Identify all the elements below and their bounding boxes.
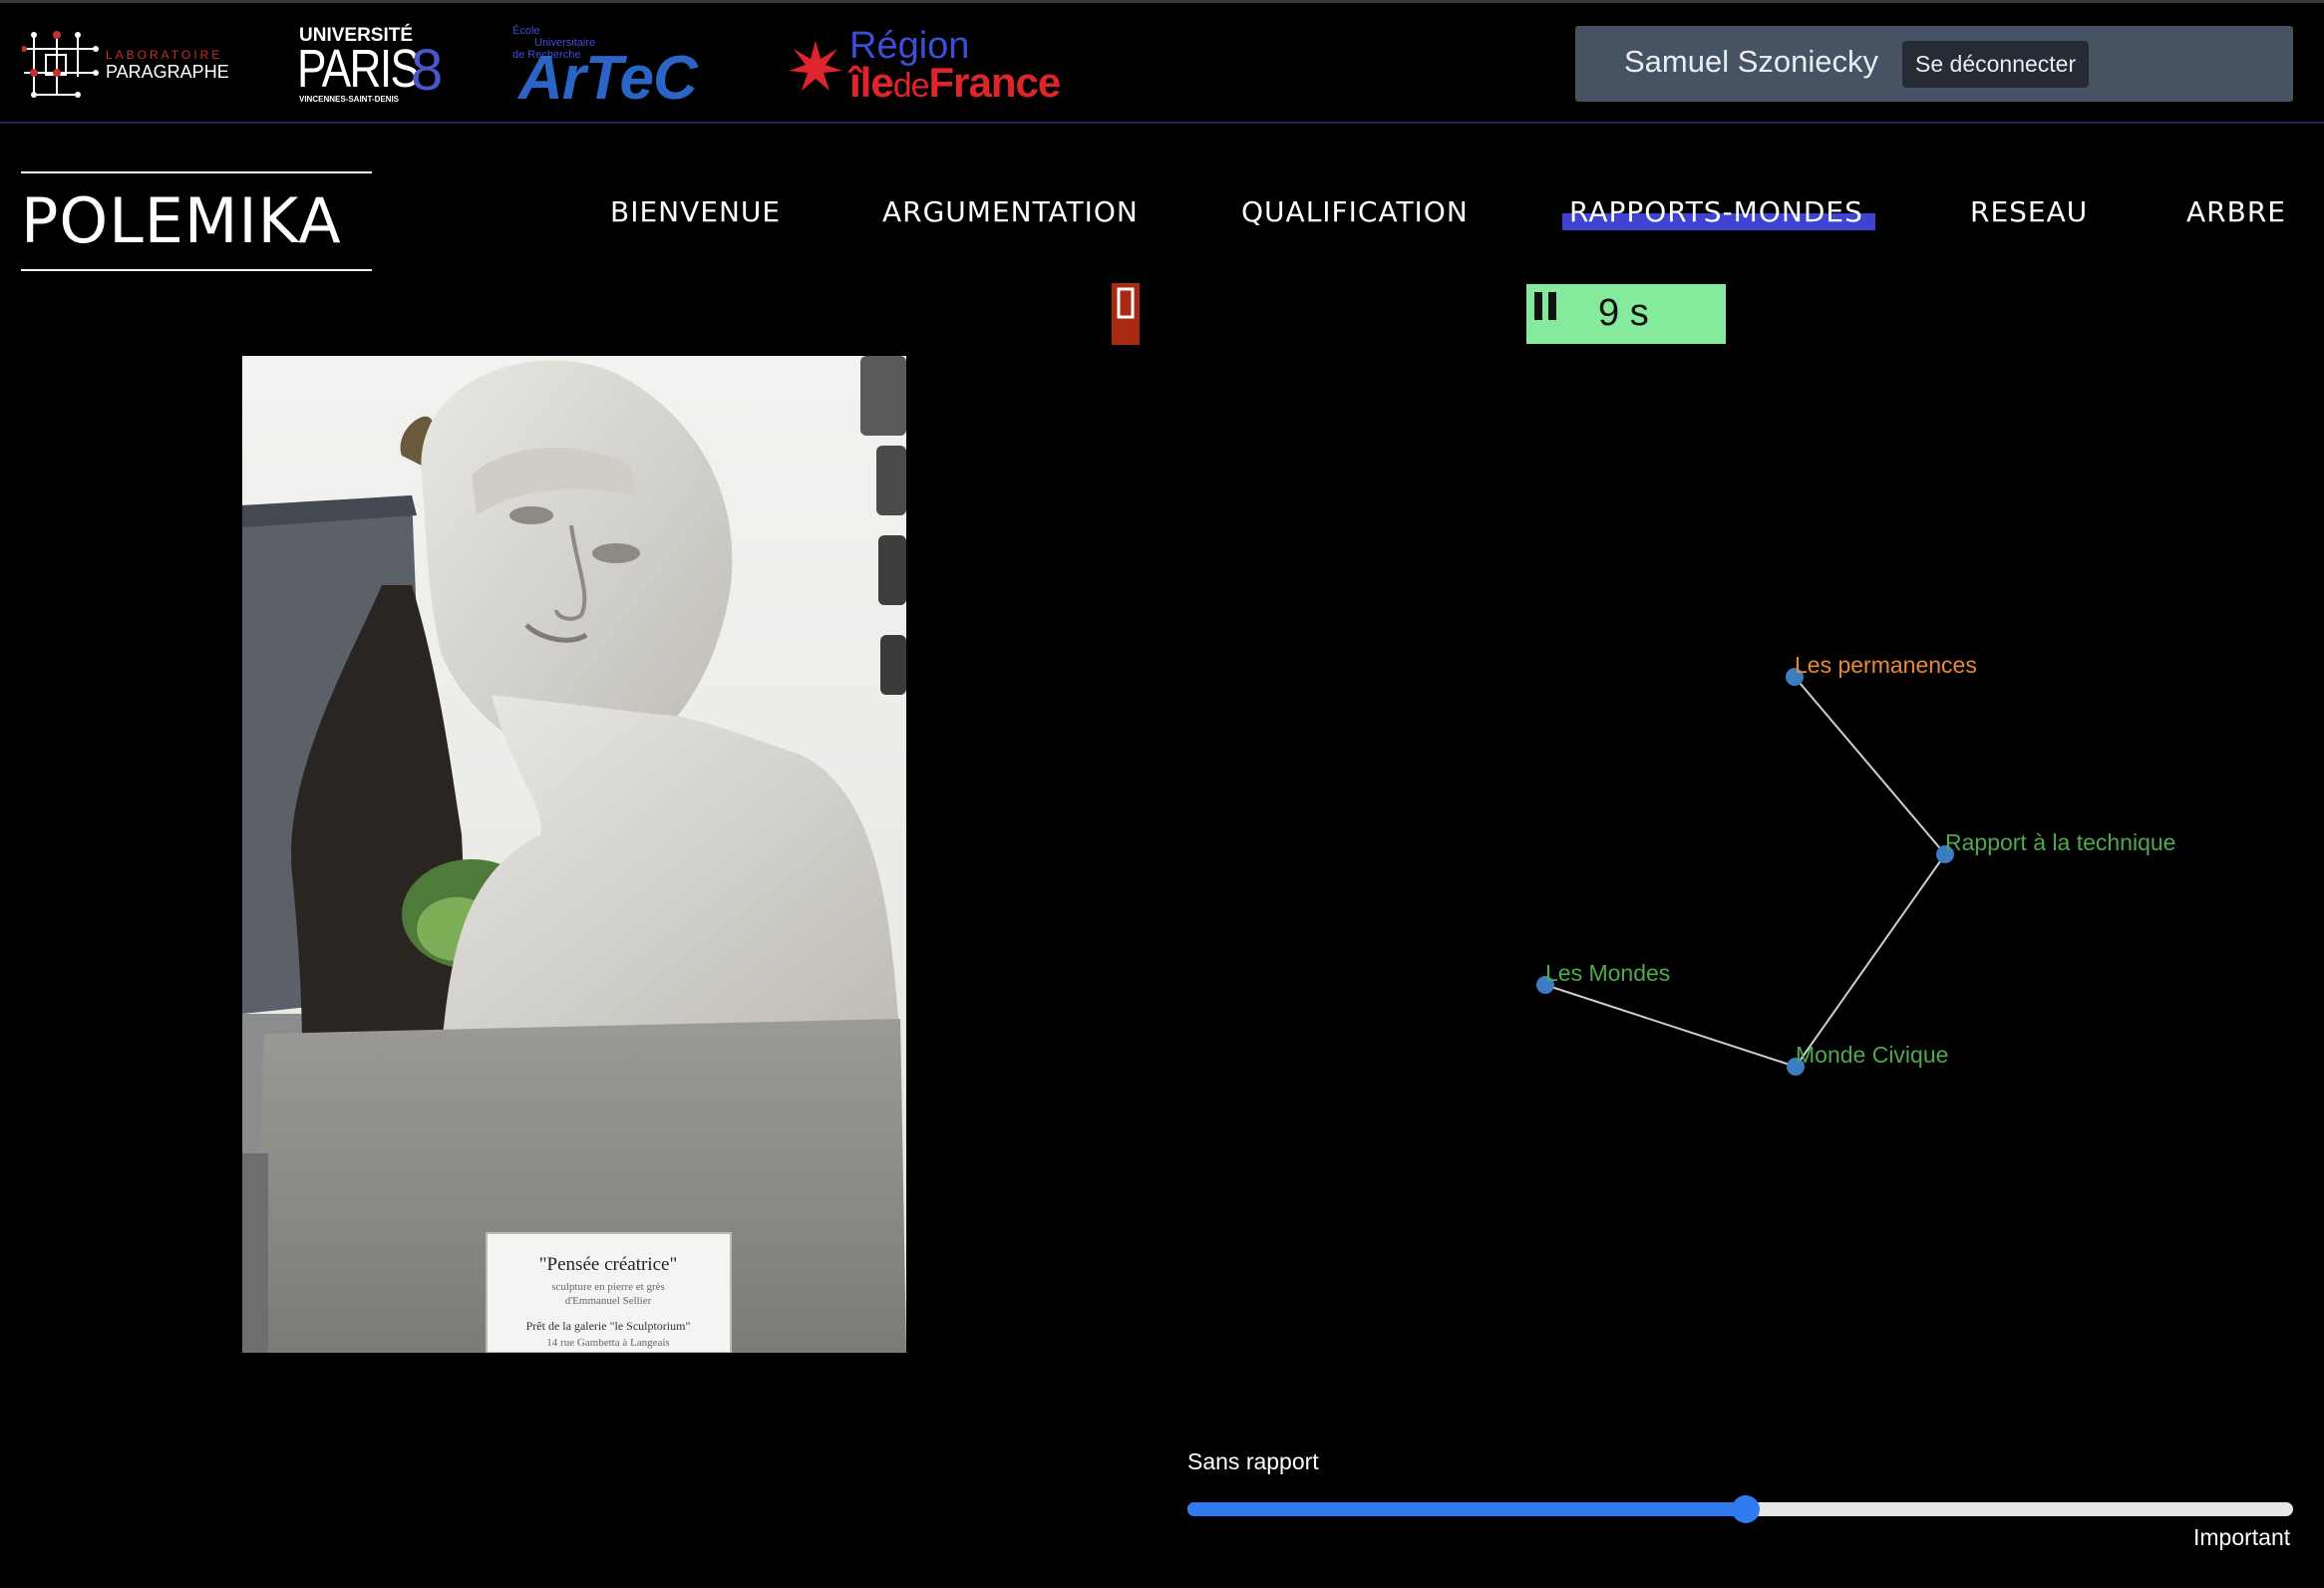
site-title[interactable]: POLEMIKA	[21, 171, 372, 271]
plaque-line1: sculpture en pierre et grès	[551, 1281, 665, 1293]
user-panel: Samuel Szoniecky Se déconnecter	[1575, 26, 2293, 102]
paris8-logo-number: 8	[411, 38, 444, 103]
sculpture-illustration: "Pensée créatrice" sculpture en pierre e…	[242, 356, 906, 1353]
graph-node[interactable]: Les permanences	[1786, 652, 1977, 686]
slider-max-label: Important	[2193, 1524, 2291, 1550]
paris8-logo-name: PARIS	[297, 39, 420, 99]
timer-button[interactable]: 9 s	[1526, 284, 1726, 344]
plaque-line4: 14 rue Gambetta à Langeais	[546, 1337, 669, 1349]
graph-node[interactable]: Les Mondes	[1536, 960, 1670, 994]
graph-node-label[interactable]: Les Mondes	[1545, 960, 1670, 986]
timer-text: 9 s	[1598, 292, 1649, 334]
region-logo-ile: île	[849, 59, 894, 106]
nav-item-rapports-mondes[interactable]: RAPPORTS-MONDES	[1569, 195, 1863, 228]
nav-item-bienvenue[interactable]: BIENVENUE	[610, 195, 781, 228]
region-logo-france: France	[928, 59, 1062, 106]
slider-fill	[1187, 1502, 1747, 1516]
record-toggle-button[interactable]	[1112, 283, 1140, 345]
graph-link	[1544, 984, 1797, 1068]
importance-slider[interactable]	[1187, 1495, 2293, 1523]
paragraphe-logo-line2: PARAGRAPHE	[106, 62, 229, 82]
graph-links	[1544, 676, 1946, 1068]
logout-button[interactable]: Se déconnecter	[1902, 41, 2090, 88]
graph-node-label[interactable]: Les permanences	[1795, 652, 1977, 678]
nav-item-reseau[interactable]: RESEAU	[1970, 195, 2088, 228]
region-logo-line2: îledeFrance	[849, 59, 1062, 107]
pause-icon	[1534, 292, 1556, 320]
plaque-title: "Pensée créatrice"	[539, 1254, 677, 1275]
graph-link	[1795, 853, 1946, 1068]
user-name: Samuel Szoniecky	[1624, 44, 1879, 79]
region-idf-logo[interactable]: Région îledeFrance	[788, 23, 1087, 113]
graph-node-label[interactable]: Rapport à la technique	[1945, 829, 2175, 855]
toggle-icon	[1117, 287, 1135, 319]
paris8-logo[interactable]: UNIVERSITÉ PARIS 8 VINCENNES-SAINT-DENIS	[295, 23, 465, 109]
artec-logo-name: ArTeC	[518, 44, 698, 113]
paris8-logo-sub: VINCENNES-SAINT-DENIS	[299, 95, 400, 104]
plaque-line2: d'Emmanuel Sellier	[565, 1295, 652, 1307]
nav-item-qualification[interactable]: QUALIFICATION	[1241, 195, 1469, 228]
slider-thumb[interactable]	[1732, 1495, 1761, 1523]
nav-item-argumentation[interactable]: ARGUMENTATION	[882, 195, 1139, 228]
star-icon	[789, 41, 842, 91]
artec-logo[interactable]: École Universitaire de Recherche ArTeC	[512, 21, 732, 113]
graph-nodes: Les permanences Rapport à la technique Les…	[1536, 652, 2175, 1076]
artec-logo-line1: École	[512, 25, 540, 37]
graph-node[interactable]: Rapport à la technique	[1936, 829, 2175, 863]
paragraphe-logo-mark	[21, 31, 99, 98]
paragraphe-logo[interactable]: LABORATOIRE PARAGRAPHE	[21, 25, 241, 105]
nav-item-arbre[interactable]: ARBRE	[2186, 195, 2286, 228]
region-logo-de: de	[892, 67, 930, 105]
sculpture-photo: "Pensée créatrice" sculpture en pierre e…	[242, 356, 906, 1353]
slider-min-label: Sans rapport	[1187, 1448, 1319, 1474]
top-bar: LABORATOIRE PARAGRAPHE UNIVERSITÉ PARIS …	[0, 0, 2324, 124]
graph-link	[1794, 676, 1946, 855]
plaque-line3: Prêt de la galerie "le Sculptorium"	[526, 1319, 691, 1333]
graph-node[interactable]: Monde Civique	[1787, 1042, 1948, 1076]
graph-node-label[interactable]: Monde Civique	[1796, 1042, 1948, 1068]
paragraphe-logo-line1: LABORATOIRE	[106, 48, 223, 62]
